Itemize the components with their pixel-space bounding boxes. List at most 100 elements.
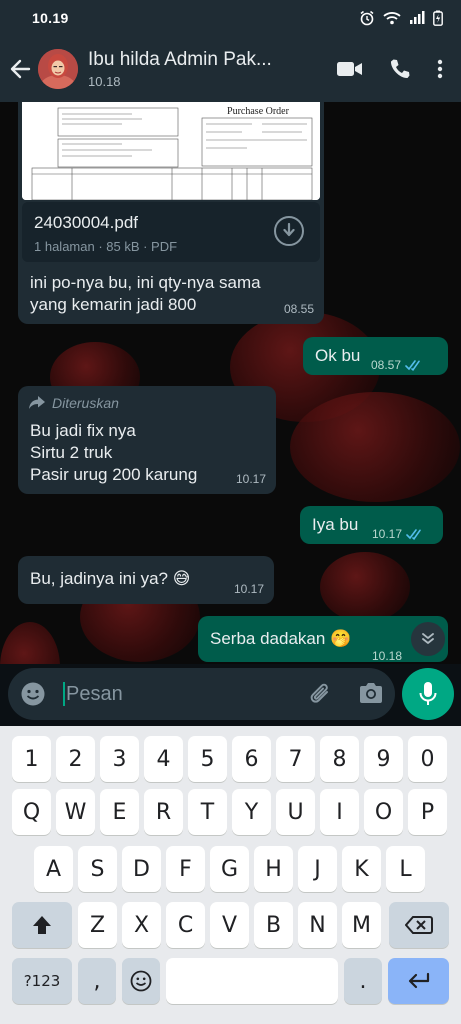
key-0[interactable]: 0 bbox=[408, 736, 447, 782]
key-x[interactable]: X bbox=[122, 902, 161, 948]
key-a[interactable]: A bbox=[34, 846, 73, 892]
document-file-info: 1 halaman · 85 kB · PDF bbox=[34, 239, 178, 254]
message-input-container[interactable] bbox=[8, 668, 395, 720]
emoji-key[interactable] bbox=[122, 958, 160, 1004]
outgoing-message[interactable]: Iya bu 10.17 bbox=[300, 506, 443, 544]
message-meta: 08.57 bbox=[371, 354, 423, 376]
on-screen-keyboard: 1234567890 QWERTYUIOP ASDFGHJKL ZXCVBNM … bbox=[0, 726, 461, 1024]
key-c[interactable]: C bbox=[166, 902, 205, 948]
key-b[interactable]: B bbox=[254, 902, 293, 948]
document-file-name: 24030004.pdf bbox=[34, 213, 138, 232]
message-text: Iya bu bbox=[312, 515, 359, 534]
key-y[interactable]: Y bbox=[232, 789, 271, 835]
back-button[interactable] bbox=[2, 36, 38, 102]
message-input[interactable] bbox=[66, 678, 296, 710]
keyboard-row-asdf: ASDFGHJKL bbox=[0, 846, 461, 894]
message-text: Bu, jadinya ini ya? 😅 bbox=[30, 568, 190, 590]
key-g[interactable]: G bbox=[210, 846, 249, 892]
space-key[interactable] bbox=[166, 958, 338, 1004]
avatar-image bbox=[38, 49, 78, 89]
chat-area[interactable]: Purchase Order 24030004.pdf 1 halaman · … bbox=[0, 102, 461, 722]
key-e[interactable]: E bbox=[100, 789, 139, 835]
key-f[interactable]: F bbox=[166, 846, 205, 892]
key-u[interactable]: U bbox=[276, 789, 315, 835]
key-1[interactable]: 1 bbox=[12, 736, 51, 782]
key-l[interactable]: L bbox=[386, 846, 425, 892]
time-label: 08.55 bbox=[283, 302, 314, 316]
key-3[interactable]: 3 bbox=[100, 736, 139, 782]
outgoing-message[interactable]: Ok bu 08.57 bbox=[303, 337, 448, 375]
key-z[interactable]: Z bbox=[78, 902, 117, 948]
message-text: Ok bu bbox=[315, 346, 361, 365]
pdf-preview[interactable]: Purchase Order bbox=[22, 102, 320, 200]
key-h[interactable]: H bbox=[254, 846, 293, 892]
shift-key[interactable] bbox=[12, 902, 72, 948]
message-meta: 10.17 bbox=[236, 468, 266, 490]
message-meta: 10.17 bbox=[234, 578, 264, 600]
back-arrow-icon bbox=[10, 59, 31, 79]
key-n[interactable]: N bbox=[298, 902, 337, 948]
key-j[interactable]: J bbox=[298, 846, 337, 892]
incoming-message[interactable]: Bu, jadinya ini ya? 😅 10.17 bbox=[18, 556, 274, 604]
contact-avatar[interactable] bbox=[38, 49, 78, 89]
comma-key[interactable]: , bbox=[78, 958, 116, 1004]
read-receipt-icon bbox=[405, 359, 420, 371]
key-7[interactable]: 7 bbox=[276, 736, 315, 782]
key-o[interactable]: O bbox=[364, 789, 403, 835]
contact-info[interactable]: Ibu hilda Admin Pak... 10.18 bbox=[88, 49, 298, 89]
enter-icon bbox=[408, 972, 429, 989]
keyboard-row-bottom: ?123 , . bbox=[0, 958, 461, 1006]
key-2[interactable]: 2 bbox=[56, 736, 95, 782]
key-r[interactable]: R bbox=[144, 789, 183, 835]
key-5[interactable]: 5 bbox=[188, 736, 227, 782]
forwarded-message[interactable]: Diteruskan Bu jadi fix nya Sirtu 2 truk … bbox=[18, 386, 276, 494]
video-call-icon[interactable] bbox=[337, 60, 363, 78]
signal-icon bbox=[410, 11, 425, 24]
key-w[interactable]: W bbox=[56, 789, 95, 835]
download-button[interactable] bbox=[274, 216, 304, 246]
voice-message-button[interactable] bbox=[402, 668, 454, 720]
wallpaper-shape bbox=[290, 392, 460, 502]
time-label: 10.17 bbox=[233, 582, 264, 596]
read-receipt-icon bbox=[406, 528, 421, 540]
key-6[interactable]: 6 bbox=[232, 736, 271, 782]
enter-key[interactable] bbox=[388, 958, 449, 1004]
voice-call-icon[interactable] bbox=[389, 58, 411, 80]
key-t[interactable]: T bbox=[188, 789, 227, 835]
wallpaper-shape bbox=[320, 552, 410, 622]
period-key[interactable]: . bbox=[344, 958, 382, 1004]
symbols-key[interactable]: ?123 bbox=[12, 958, 72, 1004]
emoji-icon[interactable] bbox=[20, 681, 46, 707]
key-q[interactable]: Q bbox=[12, 789, 51, 835]
attach-icon[interactable] bbox=[308, 681, 334, 707]
double-chevron-down-icon bbox=[422, 633, 434, 644]
emoji-hand-over-mouth: 🤭 bbox=[330, 629, 352, 648]
status-time: 10.19 bbox=[32, 10, 69, 26]
alarm-icon bbox=[360, 10, 374, 26]
status-bar: 10.19 bbox=[0, 0, 461, 36]
message-text: Serba dadakan 🤭 bbox=[210, 628, 351, 650]
battery-charging-icon bbox=[433, 10, 443, 26]
key-i[interactable]: I bbox=[320, 789, 359, 835]
wifi-icon bbox=[383, 12, 401, 25]
key-8[interactable]: 8 bbox=[320, 736, 359, 782]
message-line: Sirtu 2 truk bbox=[30, 443, 113, 462]
more-options-icon[interactable] bbox=[437, 59, 443, 79]
backspace-key[interactable] bbox=[389, 902, 449, 948]
key-9[interactable]: 9 bbox=[364, 736, 403, 782]
key-v[interactable]: V bbox=[210, 902, 249, 948]
scroll-to-bottom-button[interactable] bbox=[411, 622, 445, 656]
key-d[interactable]: D bbox=[122, 846, 161, 892]
key-k[interactable]: K bbox=[342, 846, 381, 892]
key-4[interactable]: 4 bbox=[144, 736, 183, 782]
message-meta: 10.17 bbox=[372, 523, 424, 545]
message-text-content: Serba dadakan bbox=[210, 629, 326, 648]
key-p[interactable]: P bbox=[408, 789, 447, 835]
document-card[interactable]: 24030004.pdf 1 halaman · 85 kB · PDF bbox=[22, 202, 320, 262]
document-message[interactable]: Purchase Order 24030004.pdf 1 halaman · … bbox=[18, 102, 324, 324]
shift-icon bbox=[33, 916, 51, 934]
key-m[interactable]: M bbox=[342, 902, 381, 948]
camera-icon[interactable] bbox=[358, 681, 384, 705]
key-s[interactable]: S bbox=[78, 846, 117, 892]
forwarded-label: Diteruskan bbox=[28, 392, 119, 414]
